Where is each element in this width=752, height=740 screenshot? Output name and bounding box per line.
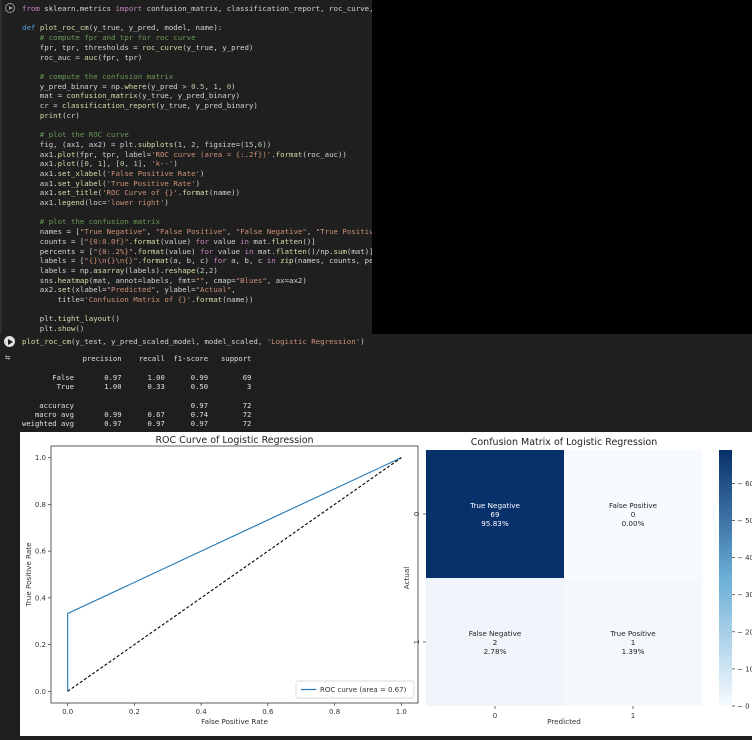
code-line[interactable]: ax1.legend(loc='lower right'): [22, 197, 169, 208]
roc-y-tick-label: 0.8: [35, 501, 46, 509]
cm-colorbar-tick-label: − 0: [737, 703, 750, 711]
cm-cell-label: 0: [631, 510, 636, 519]
code-line[interactable]: roc_auc = auc(fpr, tpr): [22, 52, 142, 63]
code-line[interactable]: from sklearn.metrics import confusion_ma…: [22, 3, 391, 14]
cm-cell-label: 1.39%: [622, 647, 645, 656]
roc-y-axis-label: True Positive Rate: [24, 542, 33, 608]
roc-y-tick-label: 1.0: [35, 454, 46, 462]
roc-x-tick-label: 1.0: [396, 708, 407, 716]
cm-x-tick-label: 1: [631, 712, 635, 720]
report-line: precision recall f1-score support: [22, 354, 252, 363]
code-cell[interactable]: from sklearn.metrics import confusion_ma…: [0, 0, 409, 334]
cm-cell-label: False Positive: [609, 501, 658, 510]
roc-x-tick-label: 0.6: [262, 708, 274, 716]
cm-cell-label: False Negative: [469, 629, 522, 638]
cm-colorbar-tick-label: − 40: [737, 554, 752, 562]
cm-cell-label: True Positive: [609, 629, 656, 638]
cm-cell-label: 2.78%: [484, 647, 507, 656]
roc-y-tick-label: 0.4: [35, 594, 47, 602]
code-line[interactable]: print(cr): [22, 110, 80, 121]
roc-x-axis-label: False Positive Rate: [201, 717, 268, 726]
cell-gutter: [0, 0, 2, 334]
roc-title: ROC Curve of Logistic Regression: [155, 435, 313, 446]
cm-cell-label: 2: [493, 638, 498, 647]
roc-y-tick-label: 0.0: [35, 688, 46, 696]
run-cell-icon[interactable]: [4, 336, 15, 347]
roc-legend-label: ROC curve (area = 0.67): [320, 686, 407, 694]
roc-y-tick-label: 0.6: [35, 548, 47, 556]
cm-title: Confusion Matrix of Logistic Regression: [471, 437, 658, 448]
cm-colorbar-tick-label: − 60: [737, 480, 752, 488]
roc-y-tick-label: 0.2: [35, 641, 46, 649]
code-cell-blank-area: [372, 0, 752, 334]
output-toggle-icon[interactable]: ⇆: [5, 353, 10, 363]
figure-svg: ROC Curve of Logistic Regression 0.0 0.2 0.…: [24, 435, 752, 726]
output-figure: ROC Curve of Logistic Regression 0.0 0.2 0.…: [20, 432, 752, 736]
roc-x-tick-label: 0.0: [62, 708, 73, 716]
cm-cell-label: 95.83%: [481, 519, 509, 528]
cm-y-axis-label: Actual: [402, 567, 411, 590]
cm-colorbar-tick-label: − 20: [737, 628, 752, 636]
run-cell-icon[interactable]: [5, 3, 15, 13]
report-line: weighted avg 0.97 0.97 0.97 72: [22, 419, 252, 429]
report-line: True 1.00 0.33 0.50 3: [22, 381, 252, 391]
cm-cell-label: 0.00%: [622, 519, 645, 528]
roc-diagonal-line: [67, 457, 402, 692]
cm-colorbar-tick-label: − 30: [737, 591, 752, 599]
cm-cell-label: True Negative: [469, 501, 520, 510]
cm-colorbar-tick-label: − 10: [737, 665, 752, 673]
cm-x-axis-label: Predicted: [547, 717, 581, 726]
code-line[interactable]: plt.show(): [22, 323, 85, 334]
cm-y-tick-label: 0: [413, 512, 421, 516]
cm-cell-label: 69: [490, 510, 500, 519]
roc-x-tick-label: 0.8: [329, 708, 340, 716]
cm-cell-label: 1: [631, 638, 636, 647]
cm-colorbar-tick-label: − 50: [737, 517, 752, 525]
cm-colorbar: [719, 450, 732, 706]
code-cell-2[interactable]: plot_roc_cm(y_test, y_pred_scaled_model,…: [0, 334, 752, 350]
cm-x-tick-label: 0: [493, 712, 497, 720]
roc-x-tick-label: 0.2: [129, 708, 140, 716]
roc-x-tick-label: 0.4: [196, 708, 208, 716]
code-line[interactable]: plot_roc_cm(y_test, y_pred_scaled_model,…: [22, 336, 365, 347]
code-line[interactable]: title='Confusion Matrix of {}'.format(na…: [22, 294, 254, 305]
cm-y-tick-label: 1: [413, 640, 421, 644]
